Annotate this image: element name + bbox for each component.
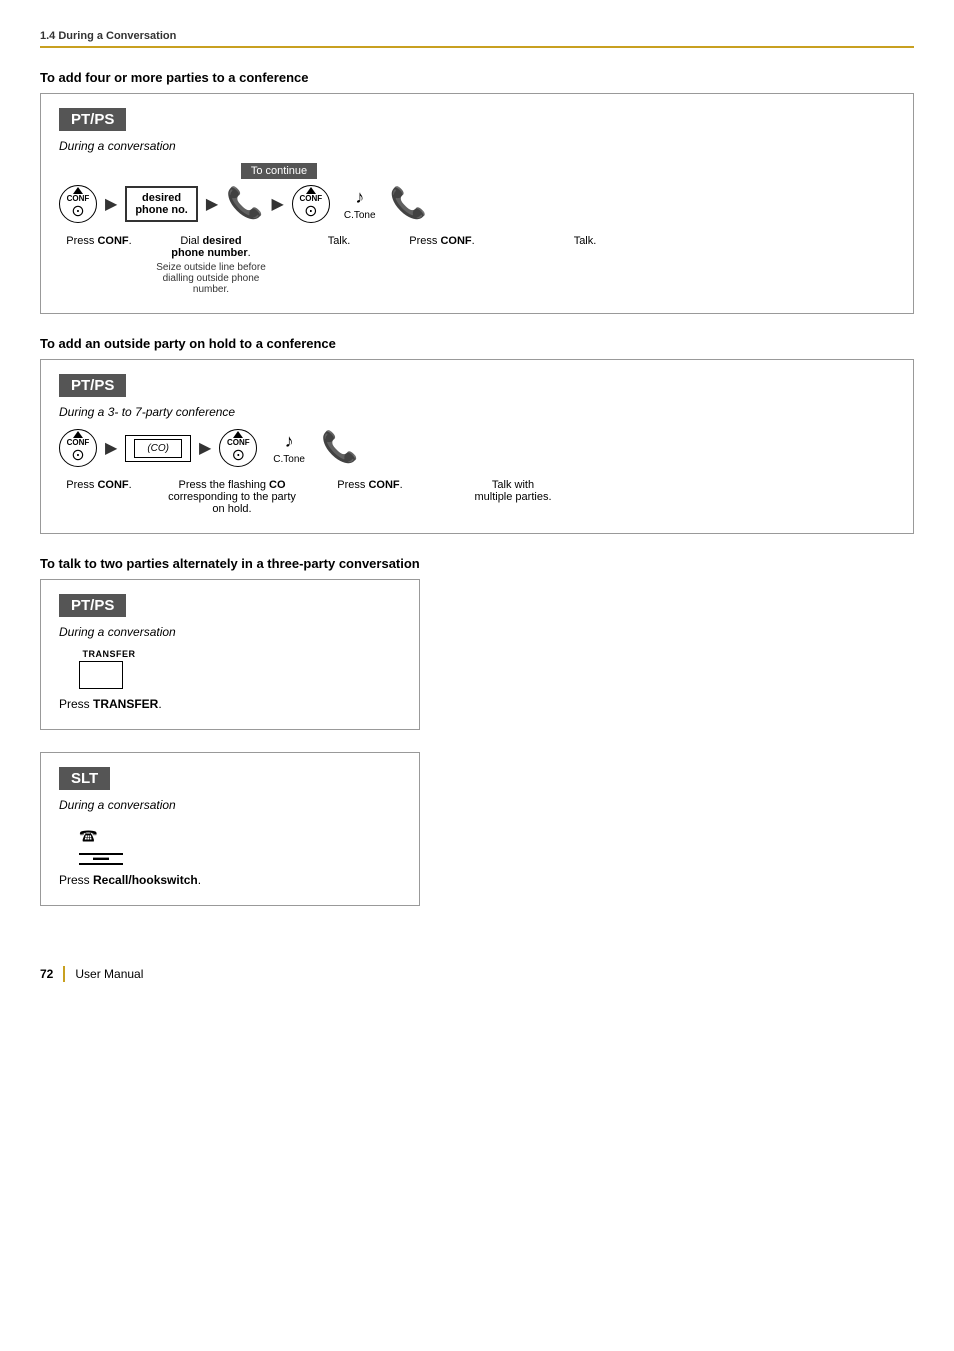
s2-talk-phone: 📞 xyxy=(321,433,358,463)
ctone-icon-1: ♪ C.Tone xyxy=(344,187,376,221)
section2-title: To add an outside party on hold to a con… xyxy=(40,336,914,351)
section3-pt-label: Press TRANSFER. xyxy=(59,697,401,711)
section3-slt-label: Press Recall/hookswitch. xyxy=(59,873,401,887)
conf-icon-2: CONF ⊙ xyxy=(292,185,330,223)
label-talk-1: Talk. xyxy=(299,235,379,247)
section-header: 1.4 During a Conversation xyxy=(40,30,914,48)
section2-device-header: PT/PS xyxy=(59,374,126,397)
footer-label: User Manual xyxy=(75,967,143,981)
arrow-1: ▶ xyxy=(105,194,117,214)
section3-pt-box: PT/PS During a conversation TRANSFER Pre… xyxy=(40,579,420,730)
section1-context: During a conversation xyxy=(59,139,895,153)
arrow-2: ▶ xyxy=(206,194,218,214)
label-press-conf-1: Press CONF. xyxy=(59,235,139,247)
page-footer: 72 User Manual xyxy=(40,966,914,982)
section3-slt-context: During a conversation xyxy=(59,798,401,812)
s2-conf-icon-1: CONF ⊙ xyxy=(59,429,97,467)
section3-pt-context: During a conversation xyxy=(59,625,401,639)
s2-arrow-2: ▶ xyxy=(199,438,211,458)
label-press-conf-2: Press CONF. xyxy=(397,235,487,247)
section2-box: PT/PS During a 3- to 7-party conference … xyxy=(40,359,914,534)
hookswitch-icon: 🕿 ▬▬ xyxy=(79,822,401,865)
talk-phone-2: 📞 xyxy=(390,189,427,219)
s2-ctone-icon: ♪ C.Tone xyxy=(273,431,305,465)
section2-label-row: Press CONF. Press the flashing COcorresp… xyxy=(59,479,895,515)
section1-label-row: Press CONF. Dial desiredphone number. Se… xyxy=(59,235,895,295)
section1-device-header: PT/PS xyxy=(59,108,126,131)
page-number: 72 xyxy=(40,967,53,981)
s2-label-co: Press the flashing COcorresponding to th… xyxy=(157,479,307,515)
section3-title: To talk to two parties alternately in a … xyxy=(40,556,914,571)
transfer-icon: TRANSFER xyxy=(79,649,401,689)
s2-label-talk: Talk withmultiple parties. xyxy=(463,479,563,503)
section3-slt-header: SLT xyxy=(59,767,110,790)
footer-divider xyxy=(63,966,65,982)
section1-title: To add four or more parties to a confere… xyxy=(40,70,914,85)
section1-box: PT/PS During a conversation To continue … xyxy=(40,93,914,314)
conf-icon-1: CONF ⊙ xyxy=(59,185,97,223)
section2-flow-row: CONF ⊙ ▶ (CO) ▶ CONF ⊙ ♪ C.Tone xyxy=(59,429,895,467)
co-box-icon: (CO) xyxy=(125,435,191,462)
talk-phone-1: 📞 xyxy=(226,189,263,219)
s2-conf-icon-2: CONF ⊙ xyxy=(219,429,257,467)
desired-phone-icon: desired phone no. xyxy=(125,186,198,222)
label-talk-2: Talk. xyxy=(555,235,615,247)
arrow-3: ▶ xyxy=(272,194,284,214)
s2-label-press-conf-1: Press CONF. xyxy=(59,479,139,491)
label-dial-desired: Dial desiredphone number. Seize outside … xyxy=(151,235,271,295)
to-continue-badge: To continue xyxy=(241,163,317,179)
section2-context: During a 3- to 7-party conference xyxy=(59,405,895,419)
section1-flow-row: CONF ⊙ ▶ desired phone no. ▶ 📞 ▶ CONF ⊙ xyxy=(59,185,895,223)
s2-label-press-conf-2: Press CONF. xyxy=(325,479,415,491)
s2-arrow-1: ▶ xyxy=(105,438,117,458)
section3-pt-header: PT/PS xyxy=(59,594,126,617)
section3-slt-box: SLT During a conversation 🕿 ▬▬ Press Rec… xyxy=(40,752,420,906)
